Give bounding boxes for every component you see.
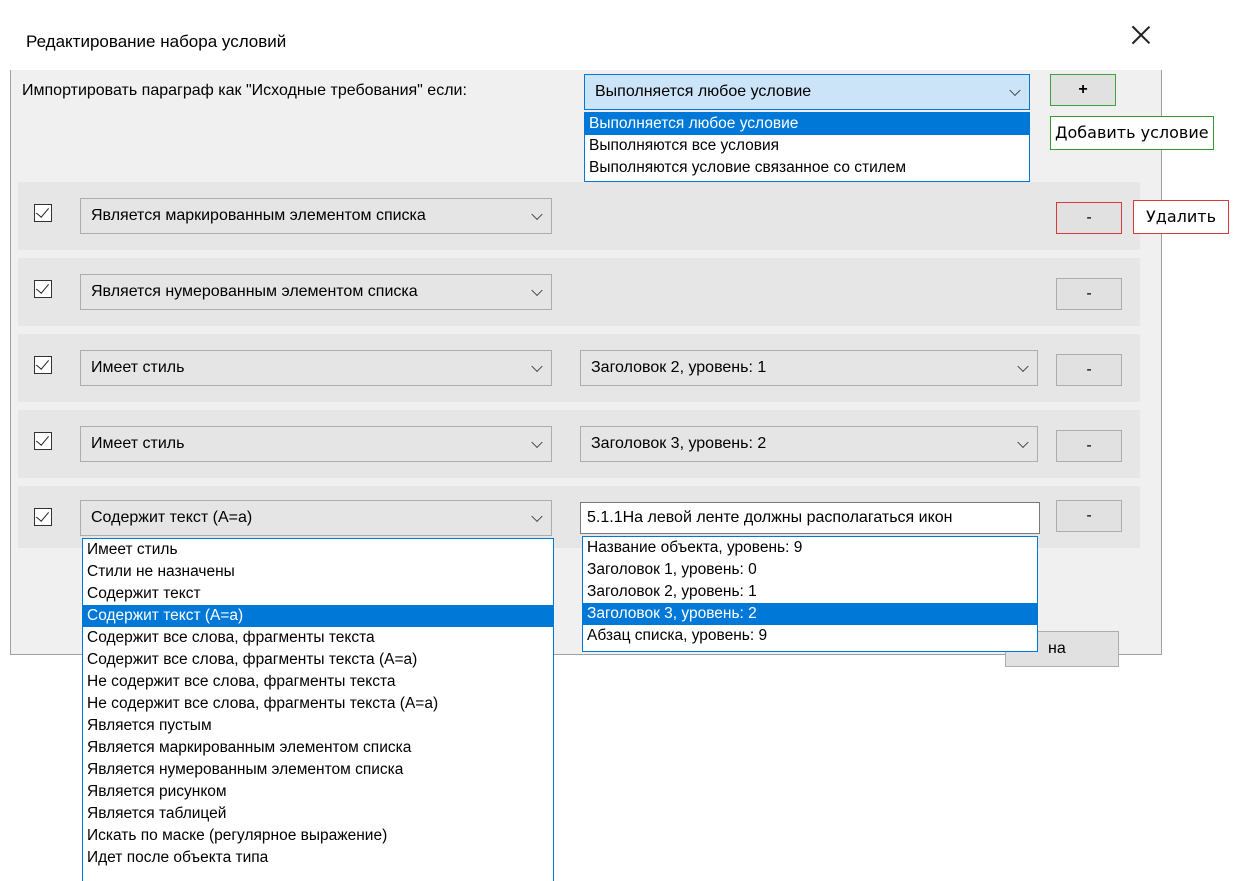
condition-type-value: Содержит текст (A=a): [91, 509, 253, 526]
style-option[interactable]: Заголовок 3, уровень: 2: [583, 603, 1037, 625]
condition-type-value: Является маркированным элементом списка: [91, 207, 426, 224]
condition-type-combo[interactable]: Является нумерованным элементом списка: [80, 274, 552, 310]
condition-option[interactable]: Является рисунком: [83, 781, 553, 803]
condition-option[interactable]: Является нумерованным элементом списка: [83, 759, 553, 781]
remove-condition-button[interactable]: -: [1056, 202, 1122, 234]
condition-option[interactable]: Является таблицей: [83, 803, 553, 825]
match-mode-value: Выполняется любое условие: [595, 83, 812, 100]
condition-option[interactable]: Искать по маске (регулярное выражение): [83, 825, 553, 847]
condition-checkbox[interactable]: [34, 508, 52, 526]
condition-option[interactable]: Стили не назначены: [83, 561, 553, 583]
remove-tooltip: Удалить: [1133, 200, 1229, 234]
condition-type-value: Имеет стиль: [91, 435, 185, 452]
condition-type-dropdown: Имеет стиль Стили не назначены Содержит …: [82, 538, 554, 881]
condition-checkbox[interactable]: [34, 204, 52, 222]
style-value: Заголовок 3, уровень: 2: [591, 435, 767, 452]
condition-option[interactable]: Идет после объекта типа: [83, 847, 553, 869]
close-icon[interactable]: [1128, 22, 1154, 48]
condition-checkbox[interactable]: [34, 356, 52, 374]
match-mode-option[interactable]: Выполняются все условия: [585, 135, 1029, 157]
condition-option[interactable]: Содержит все слова, фрагменты текста (A=…: [83, 649, 553, 671]
remove-condition-button[interactable]: -: [1056, 430, 1122, 462]
remove-condition-button[interactable]: -: [1056, 278, 1122, 310]
condition-type-combo[interactable]: Является маркированным элементом списка: [80, 198, 552, 234]
import-condition-label: Импортировать параграф как "Исходные тре…: [22, 82, 467, 99]
condition-type-combo[interactable]: Имеет стиль: [80, 350, 552, 386]
style-option[interactable]: Заголовок 1, уровень: 0: [583, 559, 1037, 581]
chevron-down-icon[interactable]: [1011, 427, 1037, 461]
condition-option[interactable]: Не содержит все слова, фрагменты текста …: [83, 693, 553, 715]
style-option[interactable]: Заголовок 2, уровень: 1: [583, 581, 1037, 603]
add-condition-tooltip: Добавить условие: [1050, 116, 1214, 150]
condition-checkbox[interactable]: [34, 432, 52, 450]
style-value-dropdown: Название объекта, уровень: 9 Заголовок 1…: [582, 536, 1038, 652]
chevron-down-icon[interactable]: [1011, 351, 1037, 385]
match-mode-option[interactable]: Выполняется любое условие: [585, 113, 1029, 135]
condition-option[interactable]: Содержит текст (A=a): [83, 605, 553, 627]
condition-type-combo[interactable]: Имеет стиль: [80, 426, 552, 462]
chevron-down-icon[interactable]: [525, 427, 551, 461]
condition-option[interactable]: Содержит текст: [83, 583, 553, 605]
match-mode-dropdown: Выполняется любое условие Выполняются вс…: [584, 112, 1030, 182]
chevron-down-icon[interactable]: [525, 501, 551, 535]
chevron-down-icon[interactable]: [525, 199, 551, 233]
condition-checkbox[interactable]: [34, 280, 52, 298]
condition-option[interactable]: Является маркированным элементом списка: [83, 737, 553, 759]
add-condition-button[interactable]: +: [1050, 74, 1116, 106]
chevron-down-icon[interactable]: [525, 351, 551, 385]
dialog-title: Редактирование набора условий: [26, 32, 287, 51]
chevron-down-icon[interactable]: [1003, 75, 1029, 109]
style-value-combo[interactable]: Заголовок 2, уровень: 1: [580, 350, 1038, 386]
condition-option[interactable]: Содержит все слова, фрагменты текста: [83, 627, 553, 649]
match-mode-combo[interactable]: Выполняется любое условие: [584, 74, 1030, 110]
match-mode-option[interactable]: Выполняются условие связанное со стилем: [585, 157, 1029, 179]
chevron-down-icon[interactable]: [525, 275, 551, 309]
condition-option[interactable]: Является пустым: [83, 715, 553, 737]
remove-condition-button[interactable]: -: [1056, 354, 1122, 386]
style-value: Заголовок 2, уровень: 1: [591, 359, 767, 376]
condition-option[interactable]: Не содержит все слова, фрагменты текста: [83, 671, 553, 693]
condition-type-combo[interactable]: Содержит текст (A=a): [80, 500, 552, 536]
text-value-input[interactable]: 5.1.1На левой ленте должны располагаться…: [580, 502, 1040, 534]
remove-condition-button[interactable]: -: [1056, 500, 1122, 532]
condition-type-value: Имеет стиль: [91, 359, 185, 376]
style-option[interactable]: Название объекта, уровень: 9: [583, 537, 1037, 559]
style-option[interactable]: Абзац списка, уровень: 9: [583, 625, 1037, 647]
style-value-combo[interactable]: Заголовок 3, уровень: 2: [580, 426, 1038, 462]
condition-type-value: Является нумерованным элементом списка: [91, 283, 418, 300]
condition-option[interactable]: Имеет стиль: [83, 539, 553, 561]
